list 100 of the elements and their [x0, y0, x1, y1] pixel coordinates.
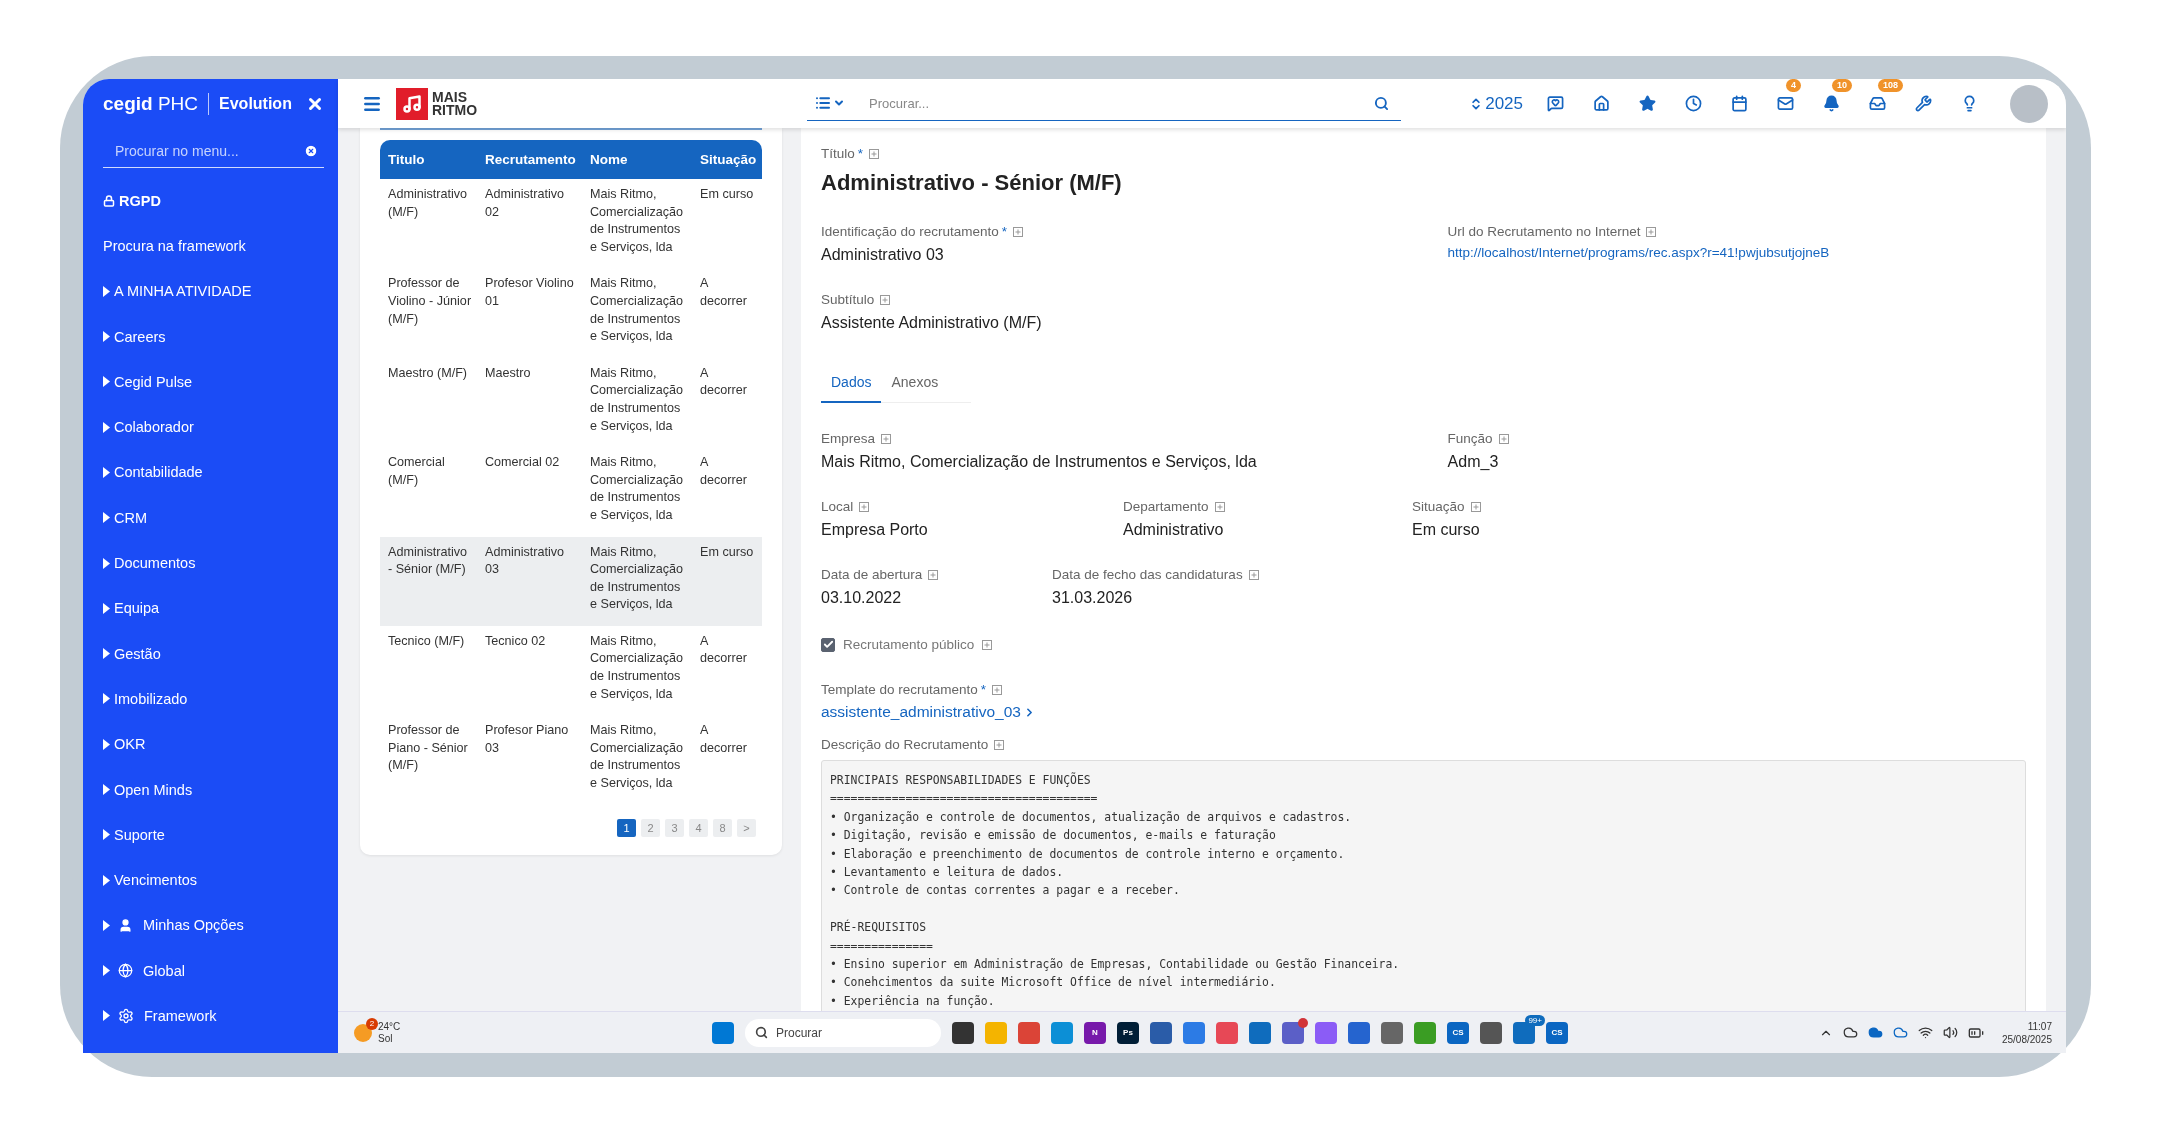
table-row[interactable]: Maestro (M/F) Maestro Mais Ritmo, Comercialização de Instrumentos e Serviços, lda A decorrer: [380, 357, 762, 448]
cloud-icon[interactable]: [1892, 1025, 1908, 1040]
temperature: 24°C: [378, 1020, 401, 1033]
column-header[interactable]: Situação: [692, 152, 761, 167]
table-row[interactable]: Comercial (M/F) Comercial 02 Mais Ritmo, Comercialização de Instrumentos e Serviços, lda A decorrer: [380, 447, 762, 537]
app-icon[interactable]: [1315, 1021, 1337, 1044]
sidebar-item[interactable]: Global: [83, 948, 338, 994]
bullet-item: • Experiência na função.: [830, 992, 996, 1010]
description-text-area[interactable]: [821, 760, 2026, 1011]
sidebar-item[interactable]: Vencimentos: [83, 857, 338, 903]
taskbar-search-field[interactable]: Procurar: [745, 1018, 941, 1047]
table-row[interactable]: Administrativo - Sénior (M/F) Administrativo 03 Mais Ritmo, Comercialização de Instrumentos e Serviços, lda Em curso: [380, 536, 762, 626]
weather-icon[interactable]: [354, 1023, 372, 1042]
sidebar-item[interactable]: Open Minds: [83, 766, 338, 813]
app-icon[interactable]: CS: [1546, 1021, 1568, 1044]
section-heading: PRINCIPAIS RESPONSABILIDADES E FUNÇÕES: [830, 771, 1092, 789]
sidebar-item[interactable]: RGPD: [83, 178, 338, 224]
section-rule: ===============: [830, 937, 934, 955]
count-badge: 10: [1832, 79, 1852, 92]
expand-icon[interactable]: [881, 433, 892, 444]
sidebar-item[interactable]: Cegid Pulse: [83, 359, 338, 405]
app-icon[interactable]: [1249, 1021, 1271, 1044]
menu-search-field[interactable]: Procurar no menu...: [113, 141, 304, 160]
page-button[interactable]: 3: [665, 818, 684, 837]
sidebar-item[interactable]: Colaborador: [83, 404, 338, 450]
app-icon[interactable]: CS: [1447, 1021, 1469, 1044]
url-link[interactable]: http://localhost/Internet/programs/rec.aspx?r=41!pwjubsutjojneB: [1447, 245, 1830, 260]
table-cell-text: Tecnico 02: [484, 632, 547, 650]
tab[interactable]: Anexos: [881, 374, 949, 403]
expand-icon[interactable]: [1498, 433, 1509, 444]
checkbox[interactable]: [821, 637, 835, 652]
sidebar-item[interactable]: Minhas Opções: [83, 902, 338, 949]
template-link[interactable]: assistente_administrativo_03: [821, 703, 1036, 721]
page-button[interactable]: 2: [641, 818, 660, 837]
tab[interactable]: Dados: [821, 374, 882, 403]
table-cell-text: Profesor Piano 03: [484, 722, 570, 757]
expand-icon[interactable]: [992, 684, 1003, 695]
sidebar-item[interactable]: Suporte: [83, 812, 338, 858]
company-logo: MAIS RITMO: [396, 87, 478, 120]
expand-icon[interactable]: [1646, 226, 1657, 237]
expand-icon[interactable]: [1013, 226, 1024, 237]
sidebar-item[interactable]: Documentos: [83, 540, 338, 586]
expand-icon[interactable]: [1214, 501, 1225, 512]
field-label: Data de fecho das candidaturas: [1052, 567, 1243, 582]
sidebar-item[interactable]: Careers: [83, 313, 338, 360]
caret-icon: [103, 965, 110, 977]
caret-icon: [103, 919, 110, 931]
app-icon[interactable]: [1414, 1021, 1436, 1044]
expand-icon[interactable]: [1248, 569, 1259, 580]
lock-icon: [103, 194, 115, 207]
year-selector[interactable]: 2025: [1469, 93, 1523, 114]
expand-icon[interactable]: [1470, 501, 1481, 512]
table-cell-text: Professor de Piano - Sénior (M/F): [387, 722, 469, 775]
clock-date[interactable]: 25/08/2025: [2001, 1032, 2052, 1046]
wifi-icon[interactable]: [1917, 1025, 1933, 1040]
app-icon[interactable]: Ps: [1117, 1021, 1139, 1044]
column-header[interactable]: Recrutamento: [477, 152, 582, 167]
app-icon[interactable]: N: [1084, 1021, 1106, 1044]
sidebar-item[interactable]: OKR: [83, 721, 338, 767]
app-icon[interactable]: [1282, 1021, 1304, 1044]
app-icon[interactable]: [1150, 1021, 1172, 1044]
field-label: Url do Recrutamento no Internet: [1447, 224, 1641, 239]
sidebar-item[interactable]: CRM: [83, 495, 338, 541]
table-cell-text: Administrativo (M/F): [387, 186, 469, 221]
table-row[interactable]: Administrativo (M/F) Administrativo 02 Mais Ritmo, Comercialização de Instrumentos e Serviços, lda Em curso: [380, 179, 762, 269]
expand-icon[interactable]: [869, 148, 880, 159]
expand-icon[interactable]: [859, 501, 870, 512]
sidebar-item[interactable]: Procura na framework: [83, 223, 338, 269]
cloud-icon[interactable]: [1867, 1025, 1883, 1040]
sidebar-item[interactable]: A MINHA ATIVIDADE: [83, 268, 338, 314]
clock-time[interactable]: 11:07: [2027, 1019, 2052, 1033]
sidebar-item[interactable]: Contabilidade: [83, 449, 338, 496]
volume-icon[interactable]: [1942, 1025, 1958, 1040]
caret-icon: [103, 376, 110, 388]
search-icon[interactable]: [1374, 95, 1390, 111]
wrench-icon: [1915, 95, 1932, 112]
page-button[interactable]: 8: [713, 818, 732, 837]
calendar-icon: [1731, 95, 1748, 112]
cloud-icon[interactable]: [1842, 1025, 1858, 1040]
app-icon[interactable]: [1216, 1021, 1238, 1044]
app-icon[interactable]: [1381, 1021, 1403, 1044]
page-button[interactable]: 1: [617, 818, 636, 837]
sidebar-item[interactable]: Imobilizado: [83, 676, 338, 722]
app-icon[interactable]: [1513, 1021, 1535, 1044]
table-row[interactable]: Tecnico (M/F) Tecnico 02 Mais Ritmo, Comercialização de Instrumentos e Serviços, lda A decorrer: [380, 625, 762, 716]
expand-icon[interactable]: [994, 739, 1005, 750]
column-header[interactable]: Titulo: [380, 152, 477, 167]
expand-icon[interactable]: [928, 569, 939, 580]
column-header[interactable]: Nome: [582, 152, 692, 167]
caret-icon: [103, 693, 110, 705]
expand-icon[interactable]: [982, 639, 993, 650]
view-dropdown[interactable]: [815, 95, 846, 111]
sidebar-item[interactable]: Equipa: [83, 585, 338, 631]
clear-icon[interactable]: [304, 143, 318, 158]
page-button[interactable]: >: [737, 818, 756, 837]
expand-icon[interactable]: [880, 294, 891, 305]
sidebar-item[interactable]: Gestão: [83, 630, 338, 677]
table-row[interactable]: Professor de Piano - Sénior (M/F) Profesor Piano 03 Mais Ritmo, Comercialização de Instrumentos e Serviços, lda A decorrer: [380, 715, 762, 805]
sidebar-item[interactable]: Framework: [83, 993, 338, 1039]
table-row[interactable]: Professor de Violino - Júnior (M/F) Profesor Violino 01 Mais Ritmo, Comercialização de Instrumentos e Serviços, lda A decorrer: [380, 268, 762, 358]
